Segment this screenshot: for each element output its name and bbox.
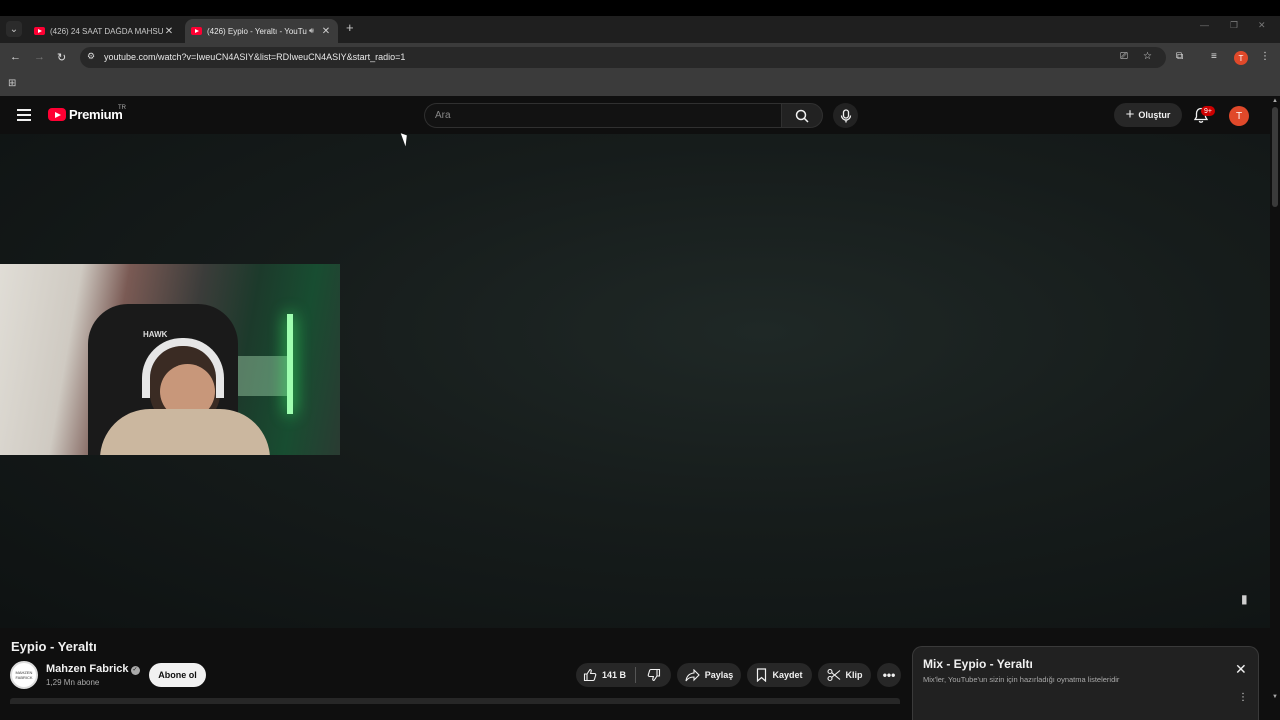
url-text[interactable]: youtube.com/watch?v=IweuCN4ASIY&list=RDI… — [104, 52, 405, 62]
reload-icon[interactable]: ↻ — [57, 51, 66, 64]
tab-strip: ⌄ (426) 24 SAAT DAĞDA MAHSUR ✕ (426) Eyp… — [0, 16, 1280, 43]
tab-title: (426) 24 SAAT DAĞDA MAHSUR — [50, 26, 163, 36]
clip-label: Klip — [845, 670, 863, 680]
bookmarks-bar: ⊞ — [0, 72, 1280, 96]
mix-subtitle: Mix'ler, YouTube'un sizin için hazırladı… — [923, 675, 1120, 684]
search-box[interactable] — [424, 103, 781, 128]
youtube-favicon-icon — [34, 27, 45, 35]
video-title: Eypio - Yeraltı — [11, 639, 97, 654]
create-label: Oluştur — [1138, 110, 1171, 120]
apps-grid-icon[interactable]: ⊞ — [8, 78, 16, 89]
chair-logo-text: HAWK — [143, 330, 168, 339]
address-toolbar: ← → ↻ ⚙ youtube.com/watch?v=IweuCN4ASIY&… — [0, 43, 1280, 72]
tab-search-dropdown-icon[interactable]: ⌄ — [6, 21, 22, 37]
plus-icon: + — [1125, 106, 1135, 123]
install-app-icon[interactable]: ⎚ — [1120, 51, 1128, 62]
verified-icon: ✓ — [130, 666, 140, 675]
scroll-up-icon[interactable]: ▲ — [1272, 98, 1278, 104]
like-button[interactable]: 141 B — [583, 668, 626, 682]
site-info-icon[interactable]: ⚙ — [87, 51, 95, 62]
country-code: TR — [118, 105, 126, 111]
microphone-icon — [840, 108, 851, 122]
restore-icon[interactable]: ❐ — [1230, 20, 1238, 31]
like-count: 141 B — [602, 670, 627, 680]
share-button[interactable]: Paylaş — [677, 663, 741, 687]
clip-button[interactable]: Klip — [818, 663, 871, 687]
tab-title: (426) Eypio - Yeraltı - YouTu — [207, 26, 307, 36]
mix-playlist-panel: Mix - Eypio - Yeraltı Mix'ler, YouTube'u… — [912, 646, 1259, 720]
more-actions-button[interactable]: ••• — [877, 663, 901, 687]
channel-name[interactable]: Mahzen Fabrick — [46, 663, 129, 675]
window-close-icon[interactable]: ✕ — [1258, 20, 1266, 31]
save-button[interactable]: Kaydet — [747, 663, 812, 687]
new-tab-button[interactable]: + — [346, 20, 354, 35]
account-avatar[interactable]: T — [1229, 106, 1249, 126]
search-icon — [795, 109, 809, 123]
dislike-button[interactable] — [647, 668, 661, 682]
video-overlay-icon[interactable]: ▮ — [1241, 592, 1255, 606]
address-bar[interactable]: ⚙ youtube.com/watch?v=IweuCN4ASIY&list=R… — [80, 47, 1166, 68]
tab-close-icon[interactable]: ✕ — [320, 26, 332, 37]
scroll-down-icon[interactable]: ▼ — [1272, 694, 1278, 700]
youtube-logo-icon[interactable] — [48, 108, 66, 121]
scissors-icon — [826, 668, 840, 682]
notification-badge: 9+ — [1201, 106, 1215, 116]
bookmark-star-icon[interactable]: ☆ — [1143, 51, 1152, 62]
browser-menu-icon[interactable]: ⋮ — [1260, 51, 1270, 62]
bookmark-icon — [757, 668, 767, 682]
share-label: Paylaş — [704, 670, 734, 680]
more-vertical-icon[interactable]: ⋮ — [1238, 692, 1248, 703]
subscriber-count: 1,29 Mn abone — [46, 678, 100, 687]
share-icon — [685, 668, 700, 681]
close-icon[interactable]: ✕ — [1235, 661, 1247, 678]
description-box[interactable] — [10, 698, 900, 704]
search-button[interactable] — [781, 103, 823, 128]
like-dislike-group: 141 B — [576, 663, 671, 687]
tab-active[interactable]: (426) Eypio - Yeraltı - YouTu 🔊︎ ✕ — [185, 19, 338, 43]
channel-name-row[interactable]: Mahzen Fabrick ✓ — [46, 663, 140, 675]
mix-title[interactable]: Mix - Eypio - Yeraltı — [923, 657, 1033, 671]
media-control-icon[interactable]: ≡ — [1211, 51, 1217, 62]
tab-inactive[interactable]: (426) 24 SAAT DAĞDA MAHSUR ✕ — [28, 19, 181, 43]
more-horizontal-icon: ••• — [882, 668, 896, 682]
extensions-icon[interactable]: ⧉ — [1176, 51, 1183, 62]
forward-icon[interactable]: → — [34, 51, 45, 63]
subscribe-button[interactable]: Abone ol — [149, 663, 206, 687]
channel-avatar[interactable]: MAHZEN FABRICK — [10, 661, 38, 689]
youtube-header: Premium TR + Oluştur T — [0, 97, 1270, 134]
thumbs-down-icon — [647, 668, 661, 682]
create-button[interactable]: + Oluştur — [1114, 103, 1182, 127]
back-icon[interactable]: ← — [10, 51, 21, 63]
page-scrollbar[interactable]: ▲ ▼ — [1270, 97, 1280, 720]
scrollbar-thumb[interactable] — [1272, 107, 1278, 207]
save-label: Kaydet — [772, 670, 803, 680]
logo-text[interactable]: Premium — [69, 107, 123, 122]
screen-top-edge — [0, 0, 1280, 16]
youtube-favicon-icon — [191, 27, 202, 35]
search-input[interactable] — [425, 104, 781, 127]
tab-close-icon[interactable]: ✕ — [163, 26, 175, 37]
thumbs-up-icon — [583, 668, 597, 682]
webcam-overlay: HAWK — [0, 264, 340, 455]
voice-search-button[interactable] — [833, 103, 858, 128]
hamburger-menu-icon[interactable] — [17, 109, 31, 124]
browser-profile-avatar[interactable]: T — [1234, 51, 1248, 65]
minimize-icon[interactable]: — — [1200, 20, 1209, 30]
speaker-icon[interactable]: 🔊︎ — [309, 26, 314, 36]
